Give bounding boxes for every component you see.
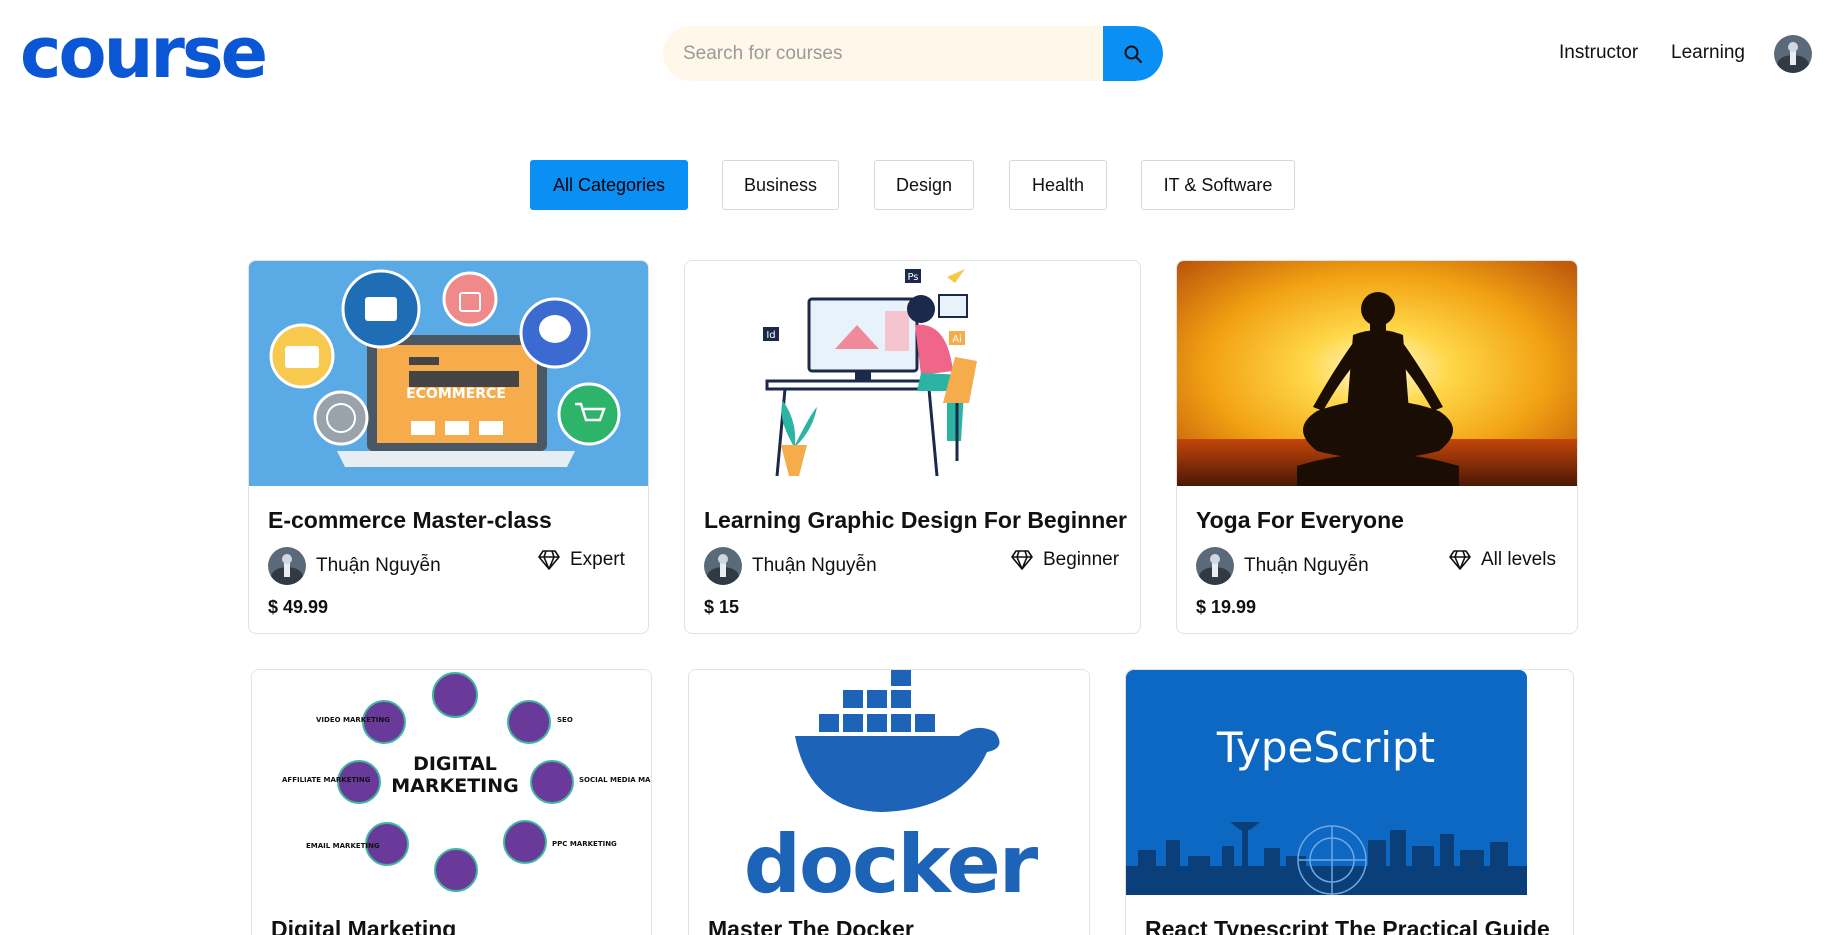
dm-label: EMAIL MARKETING [306, 842, 380, 850]
course-card[interactable]: TypeScript React Typescript The Practica… [1125, 669, 1574, 935]
dm-label: SEO [557, 716, 573, 724]
category-health[interactable]: Health [1009, 160, 1107, 210]
author-avatar [268, 547, 306, 585]
course-level: Beginner [1011, 549, 1119, 571]
course-title[interactable]: Master The Docker [708, 916, 914, 935]
diamond-icon [1011, 550, 1033, 570]
top-header: course Instructor Learning [0, 0, 1828, 108]
user-avatar[interactable] [1774, 35, 1812, 73]
level-label: Expert [570, 549, 625, 570]
diamond-icon [1449, 550, 1471, 570]
id-badge: Id [766, 330, 775, 341]
search-input[interactable] [663, 26, 1103, 81]
ecommerce-label: ECOMMERCE [406, 386, 506, 402]
course-thumbnail-digital-marketing: DIGITAL MARKETING VIDEO MARKETING SEO AF… [252, 670, 652, 895]
course-thumbnail-docker: docker [689, 670, 1089, 895]
course-title[interactable]: Learning Graphic Design For Beginner [704, 507, 1127, 534]
course-author: Thuận Nguyễn [268, 547, 441, 585]
course-author: Thuận Nguyễn [1196, 547, 1369, 585]
category-design[interactable]: Design [874, 160, 974, 210]
course-card[interactable]: Yoga For Everyone Thuận Nguyễn All level… [1176, 260, 1578, 634]
course-card[interactable]: DIGITAL MARKETING VIDEO MARKETING SEO AF… [251, 669, 652, 935]
course-title[interactable]: React Typescript The Practical Guide [1145, 916, 1550, 935]
category-all[interactable]: All Categories [530, 160, 688, 210]
course-thumbnail-graphic-design: Ps Id Ai [685, 261, 1140, 486]
course-card[interactable]: Ps Id Ai Learning Graphic Design For Beg… [684, 260, 1141, 634]
docker-wordmark: docker [744, 818, 1039, 895]
dm-center-line-1: DIGITAL [413, 753, 497, 775]
course-card[interactable]: ECOMMERCE E-commerce Master-class Thuận … [248, 260, 649, 634]
course-title[interactable]: E-commerce Master-class [268, 507, 552, 534]
course-level: Expert [538, 549, 625, 571]
course-thumbnail-yoga [1177, 261, 1577, 486]
author-name: Thuận Nguyễn [752, 555, 877, 576]
category-it-software[interactable]: IT & Software [1141, 160, 1295, 210]
ps-badge: Ps [907, 272, 918, 283]
nav-instructor-link[interactable]: Instructor [1559, 42, 1638, 64]
search-button[interactable] [1103, 26, 1163, 81]
dm-label: AFFILIATE MARKETING [282, 776, 371, 784]
course-author: Thuận Nguyễn [704, 547, 877, 585]
dm-label: VIDEO MARKETING [316, 716, 390, 724]
course-title[interactable]: Digital Marketing [271, 916, 456, 935]
course-level: All levels [1449, 549, 1556, 571]
dm-center-line-2: MARKETING [391, 775, 518, 797]
course-price: $ 15 [704, 597, 740, 617]
course-thumbnail-typescript: TypeScript [1126, 670, 1527, 895]
author-avatar [704, 547, 742, 585]
course-card[interactable]: docker Master The Docker [688, 669, 1090, 935]
level-label: Beginner [1043, 549, 1120, 570]
course-price: $ 49.99 [268, 597, 329, 617]
search-icon [1124, 45, 1142, 63]
course-title[interactable]: Yoga For Everyone [1196, 507, 1404, 534]
ai-badge: Ai [952, 334, 962, 345]
typescript-wordmark: TypeScript [1216, 723, 1435, 772]
dm-label: PPC MARKETING [552, 840, 617, 848]
nav-learning-link[interactable]: Learning [1671, 42, 1745, 64]
category-business[interactable]: Business [722, 160, 839, 210]
author-avatar [1196, 547, 1234, 585]
course-price: $ 19.99 [1196, 597, 1257, 617]
level-label: All levels [1481, 549, 1556, 570]
dm-label: SOCIAL MEDIA MARKETING [579, 776, 652, 784]
author-name: Thuận Nguyễn [1244, 555, 1369, 576]
author-name: Thuận Nguyễn [316, 555, 441, 576]
diamond-icon [538, 550, 560, 570]
search-bar [663, 26, 1163, 81]
course-thumbnail-ecommerce: ECOMMERCE [249, 261, 648, 486]
site-logo[interactable]: course [20, 18, 268, 88]
